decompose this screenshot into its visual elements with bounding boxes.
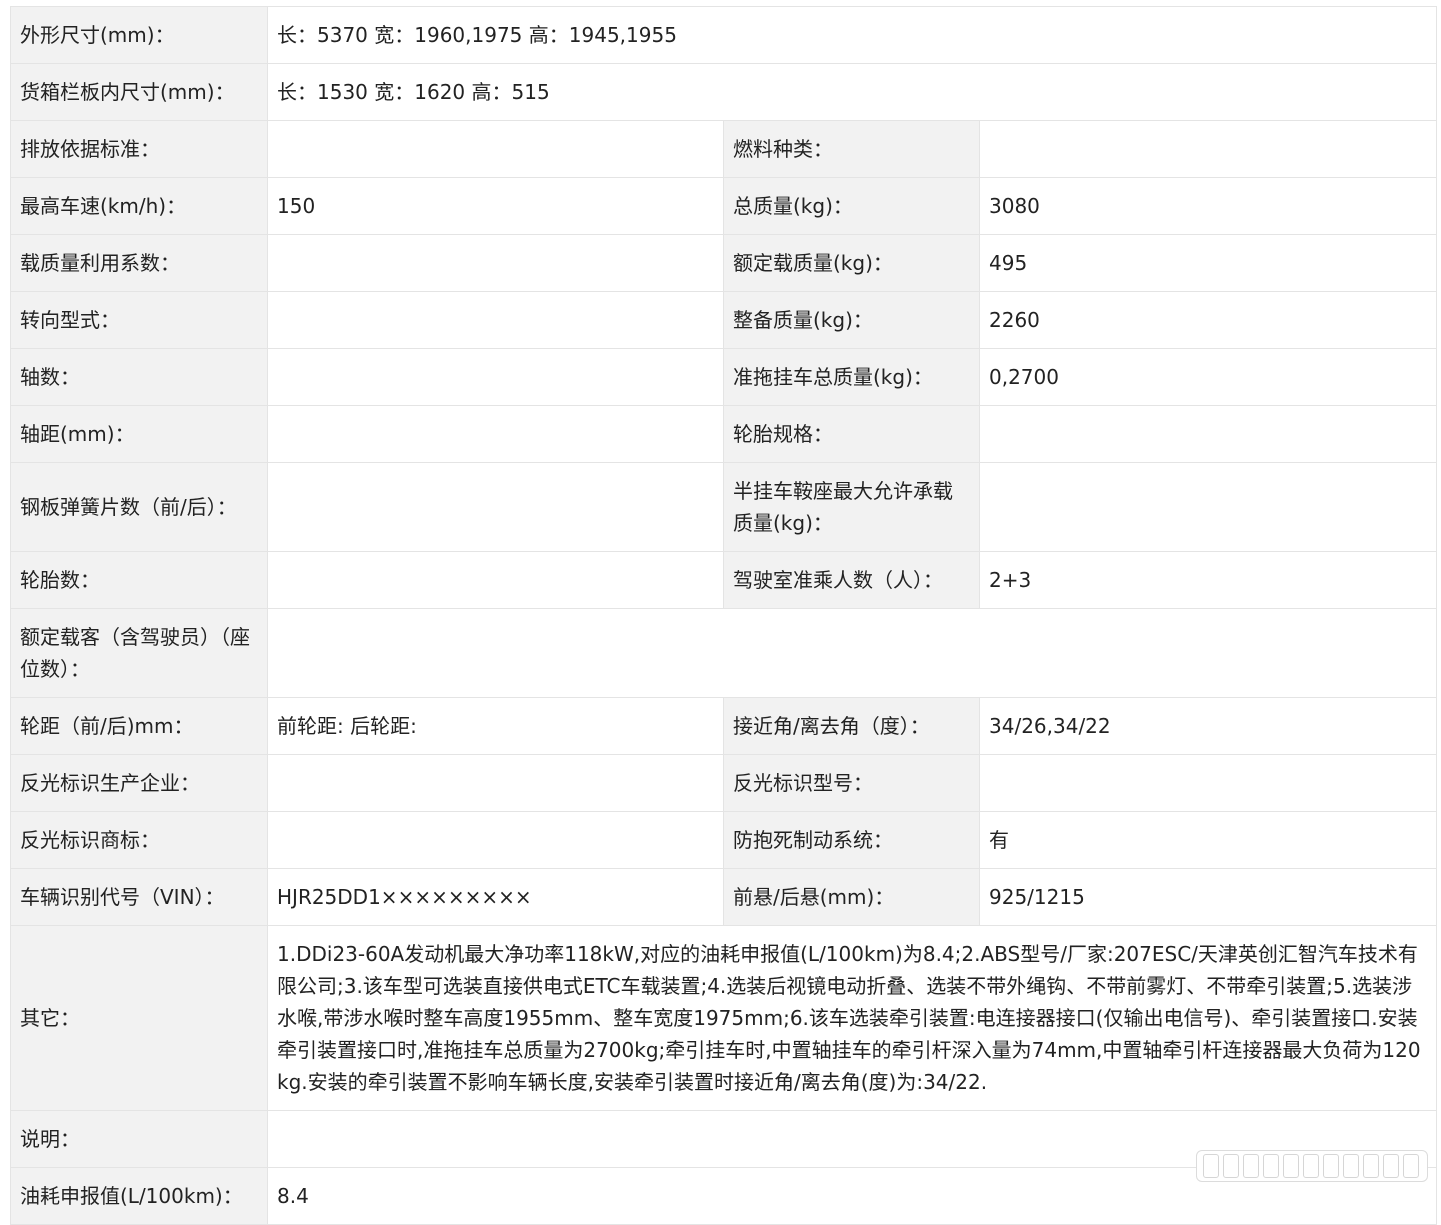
value-tire-spec bbox=[978, 405, 1438, 463]
label-reflective-brand: 反光标识商标： bbox=[10, 811, 268, 869]
watermark-glyph bbox=[1363, 1154, 1379, 1178]
value-cab-capacity: 2+3 bbox=[978, 551, 1438, 609]
label-other: 其它： bbox=[10, 925, 268, 1111]
label-track-width: 轮距（前/后)mm： bbox=[10, 697, 268, 755]
row-wheelbase: 轴距(mm)： 轮胎规格： bbox=[10, 405, 1438, 463]
row-load-coefficient: 载质量利用系数： 额定载质量(kg)： 495 bbox=[10, 234, 1438, 292]
label-approach-departure: 接近角/离去角（度）： bbox=[723, 697, 980, 755]
watermark-glyph bbox=[1203, 1154, 1219, 1178]
watermark-glyph bbox=[1263, 1154, 1279, 1178]
row-overall-dimensions: 外形尺寸(mm)： 长：5370 宽：1960,1975 高：1945,1955 bbox=[10, 6, 1438, 64]
value-leaf-springs bbox=[267, 462, 724, 552]
value-max-speed: 150 bbox=[267, 177, 724, 235]
row-emission-fuel: 排放依据标准： 燃料种类： bbox=[10, 120, 1438, 178]
watermark-glyph bbox=[1283, 1154, 1299, 1178]
label-curb-mass: 整备质量(kg)： bbox=[723, 291, 980, 349]
row-leaf-springs: 钢板弹簧片数（前/后）： 半挂车鞍座最大允许承载质量(kg)： bbox=[10, 462, 1438, 552]
value-overhang: 925/1215 bbox=[978, 868, 1438, 926]
value-total-mass: 3080 bbox=[978, 177, 1438, 235]
label-steering-type: 转向型式： bbox=[10, 291, 268, 349]
vehicle-spec-table: 外形尺寸(mm)： 长：5370 宽：1960,1975 高：1945,1955… bbox=[10, 6, 1438, 1225]
row-rated-passengers: 额定载客（含驾驶员）（座位数）： bbox=[10, 608, 1438, 698]
watermark-glyph bbox=[1303, 1154, 1319, 1178]
value-abs: 有 bbox=[978, 811, 1438, 869]
value-reflective-model bbox=[978, 754, 1438, 812]
value-overall-dimensions: 长：5370 宽：1960,1975 高：1945,1955 bbox=[266, 6, 1438, 64]
value-load-coefficient bbox=[267, 234, 724, 292]
value-reflective-brand bbox=[267, 811, 724, 869]
label-cargo-box-dimensions: 货箱栏板内尺寸(mm)： bbox=[10, 63, 268, 121]
value-trailer-mass: 0,2700 bbox=[978, 348, 1438, 406]
label-cab-capacity: 驾驶室准乘人数（人）： bbox=[723, 551, 980, 609]
value-emission-standard bbox=[267, 120, 724, 178]
row-other: 其它： 1.DDi23-60A发动机最大净功率118kW,对应的油耗申报值(L/… bbox=[10, 925, 1438, 1111]
value-approach-departure: 34/26,34/22 bbox=[978, 697, 1438, 755]
value-axle-count bbox=[267, 348, 724, 406]
label-overall-dimensions: 外形尺寸(mm)： bbox=[10, 6, 268, 64]
row-cargo-box-dimensions: 货箱栏板内尺寸(mm)： 长：1530 宽：1620 高：515 bbox=[10, 63, 1438, 121]
row-reflective-maker: 反光标识生产企业： 反光标识型号： bbox=[10, 754, 1438, 812]
value-curb-mass: 2260 bbox=[978, 291, 1438, 349]
value-rated-load: 495 bbox=[978, 234, 1438, 292]
label-wheelbase: 轴距(mm)： bbox=[10, 405, 268, 463]
label-leaf-springs: 钢板弹簧片数（前/后）： bbox=[10, 462, 268, 552]
value-tire-count bbox=[267, 551, 724, 609]
label-trailer-mass: 准拖挂车总质量(kg)： bbox=[723, 348, 980, 406]
row-reflective-brand: 反光标识商标： 防抱死制动系统： 有 bbox=[10, 811, 1438, 869]
value-cargo-box-dimensions: 长：1530 宽：1620 高：515 bbox=[266, 63, 1438, 121]
label-axle-count: 轴数： bbox=[10, 348, 268, 406]
label-max-speed: 最高车速(km/h)： bbox=[10, 177, 268, 235]
value-other: 1.DDi23-60A发动机最大净功率118kW,对应的油耗申报值(L/100k… bbox=[266, 925, 1438, 1111]
label-total-mass: 总质量(kg)： bbox=[723, 177, 980, 235]
label-rated-passengers: 额定载客（含驾驶员）（座位数）： bbox=[10, 608, 268, 698]
value-steering-type bbox=[267, 291, 724, 349]
watermark-glyph bbox=[1383, 1154, 1399, 1178]
label-vin: 车辆识别代号（VIN）： bbox=[10, 868, 268, 926]
label-saddle-load: 半挂车鞍座最大允许承载质量(kg)： bbox=[723, 462, 980, 552]
label-abs: 防抱死制动系统： bbox=[723, 811, 980, 869]
value-reflective-maker bbox=[267, 754, 724, 812]
label-emission-standard: 排放依据标准： bbox=[10, 120, 268, 178]
watermark-glyph bbox=[1403, 1154, 1419, 1178]
label-reflective-model: 反光标识型号： bbox=[723, 754, 980, 812]
value-rated-passengers bbox=[266, 608, 1438, 698]
row-tires: 轮胎数： 驾驶室准乘人数（人）： 2+3 bbox=[10, 551, 1438, 609]
value-saddle-load bbox=[978, 462, 1438, 552]
label-overhang: 前悬/后悬(mm)： bbox=[723, 868, 980, 926]
row-vin: 车辆识别代号（VIN）： HJR25DD1××××××××× 前悬/后悬(mm)… bbox=[10, 868, 1438, 926]
watermark-logo bbox=[1196, 1150, 1428, 1182]
watermark-glyph bbox=[1323, 1154, 1339, 1178]
value-vin: HJR25DD1××××××××× bbox=[267, 868, 724, 926]
watermark-glyph bbox=[1343, 1154, 1359, 1178]
row-speed-mass: 最高车速(km/h)： 150 总质量(kg)： 3080 bbox=[10, 177, 1438, 235]
label-tire-spec: 轮胎规格： bbox=[723, 405, 980, 463]
row-steering: 转向型式： 整备质量(kg)： 2260 bbox=[10, 291, 1438, 349]
label-fuel-type: 燃料种类： bbox=[723, 120, 980, 178]
label-reflective-maker: 反光标识生产企业： bbox=[10, 754, 268, 812]
label-fuel-consumption: 油耗申报值(L/100km)： bbox=[10, 1167, 268, 1225]
label-notes: 说明： bbox=[10, 1110, 268, 1168]
row-track-angles: 轮距（前/后)mm： 前轮距: 后轮距: 接近角/离去角（度）： 34/26,3… bbox=[10, 697, 1438, 755]
watermark-glyph bbox=[1223, 1154, 1239, 1178]
label-load-coefficient: 载质量利用系数： bbox=[10, 234, 268, 292]
watermark-glyph bbox=[1243, 1154, 1259, 1178]
value-wheelbase bbox=[267, 405, 724, 463]
value-track-width: 前轮距: 后轮距: bbox=[267, 697, 724, 755]
label-tire-count: 轮胎数： bbox=[10, 551, 268, 609]
label-rated-load: 额定载质量(kg)： bbox=[723, 234, 980, 292]
row-axles: 轴数： 准拖挂车总质量(kg)： 0,2700 bbox=[10, 348, 1438, 406]
value-fuel-type bbox=[978, 120, 1438, 178]
